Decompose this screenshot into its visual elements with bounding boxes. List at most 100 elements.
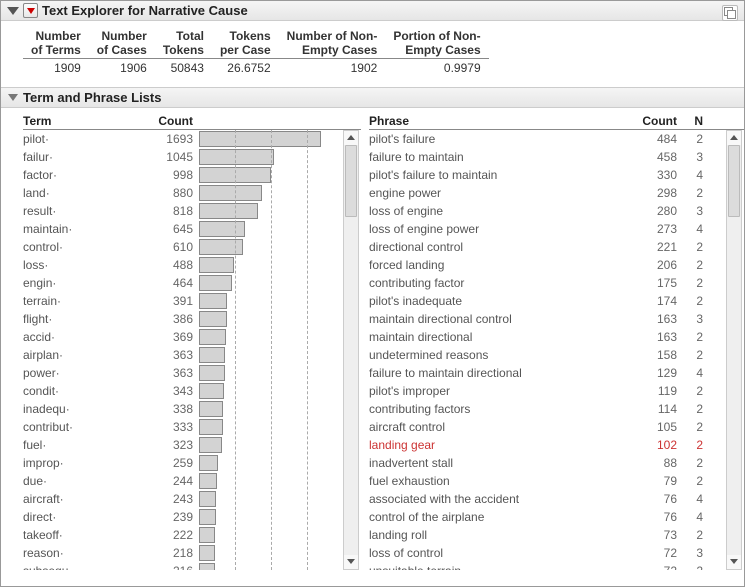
disclosure-icon[interactable] bbox=[7, 91, 19, 103]
term-row[interactable]: maintain·645 bbox=[23, 220, 343, 238]
term-row[interactable]: pilot·1693 bbox=[23, 130, 343, 148]
term-count-cell: 222 bbox=[145, 528, 193, 542]
term-list-header[interactable]: Term Count bbox=[23, 114, 361, 130]
stats-header[interactable]: Portion of Non- Empty Cases bbox=[385, 29, 488, 58]
phrase-n-cell: 4 bbox=[677, 168, 705, 182]
phrase-count-cell: 163 bbox=[629, 330, 677, 344]
phrase-row[interactable]: associated with the accident764 bbox=[369, 490, 726, 508]
stats-header[interactable]: Number of Terms bbox=[23, 29, 89, 58]
phrase-row[interactable]: directional control2212 bbox=[369, 238, 726, 256]
phrase-cell: pilot's failure bbox=[369, 132, 629, 146]
term-count-cell: 1045 bbox=[145, 150, 193, 164]
phrase-row[interactable]: pilot's failure4842 bbox=[369, 130, 726, 148]
phrase-row[interactable]: contributing factors1142 bbox=[369, 400, 726, 418]
phrase-row[interactable]: maintain directional1632 bbox=[369, 328, 726, 346]
stats-header[interactable]: Total Tokens bbox=[155, 29, 212, 58]
phrase-row[interactable]: contributing factor1752 bbox=[369, 274, 726, 292]
term-bar-cell bbox=[193, 130, 343, 148]
n-col-header[interactable]: N bbox=[677, 114, 705, 128]
term-row[interactable]: inadequ·338 bbox=[23, 400, 343, 418]
phrase-row[interactable]: pilot's inadequate1742 bbox=[369, 292, 726, 310]
term-count-cell: 880 bbox=[145, 186, 193, 200]
term-row[interactable]: airplan·363 bbox=[23, 346, 343, 364]
term-row[interactable]: land·880 bbox=[23, 184, 343, 202]
term-row[interactable]: condit·343 bbox=[23, 382, 343, 400]
phrase-n-cell: 2 bbox=[677, 420, 705, 434]
phrase-row[interactable]: engine power2982 bbox=[369, 184, 726, 202]
term-count-cell: 464 bbox=[145, 276, 193, 290]
stats-header[interactable]: Number of Cases bbox=[89, 29, 155, 58]
term-row[interactable]: takeoff·222 bbox=[23, 526, 343, 544]
term-row[interactable]: result·818 bbox=[23, 202, 343, 220]
term-row[interactable]: control·610 bbox=[23, 238, 343, 256]
main-section-header[interactable]: Text Explorer for Narrative Cause bbox=[1, 1, 744, 21]
phrase-row[interactable]: loss of control723 bbox=[369, 544, 726, 562]
expand-window-icon[interactable] bbox=[722, 5, 738, 21]
term-bar bbox=[199, 365, 225, 381]
stats-header[interactable]: Tokens per Case bbox=[212, 29, 279, 58]
term-row[interactable]: terrain·391 bbox=[23, 292, 343, 310]
term-row[interactable]: loss·488 bbox=[23, 256, 343, 274]
term-row[interactable]: failur·1045 bbox=[23, 148, 343, 166]
term-cell: factor· bbox=[23, 168, 145, 182]
phrase-row[interactable]: landing roll732 bbox=[369, 526, 726, 544]
phrase-scrollbar[interactable] bbox=[726, 130, 742, 570]
term-row[interactable]: subsequ·216 bbox=[23, 562, 343, 570]
phrase-row[interactable]: inadvertent stall882 bbox=[369, 454, 726, 472]
scroll-track[interactable] bbox=[344, 145, 358, 555]
phrase-count-cell: 163 bbox=[629, 312, 677, 326]
term-row[interactable]: aircraft·243 bbox=[23, 490, 343, 508]
term-row[interactable]: fuel·323 bbox=[23, 436, 343, 454]
term-row[interactable]: engin·464 bbox=[23, 274, 343, 292]
phrase-row[interactable]: aircraft control1052 bbox=[369, 418, 726, 436]
term-row[interactable]: direct·239 bbox=[23, 508, 343, 526]
red-triangle-menu-icon[interactable] bbox=[23, 3, 38, 18]
phrase-row[interactable]: forced landing2062 bbox=[369, 256, 726, 274]
count-col-header[interactable]: Count bbox=[145, 114, 193, 128]
term-count-cell: 333 bbox=[145, 420, 193, 434]
term-row[interactable]: factor·998 bbox=[23, 166, 343, 184]
disclosure-icon[interactable] bbox=[7, 5, 19, 17]
phrase-row[interactable]: pilot's improper1192 bbox=[369, 382, 726, 400]
phrase-list-header[interactable]: Phrase Count N bbox=[369, 114, 744, 130]
phrase-row[interactable]: undetermined reasons1582 bbox=[369, 346, 726, 364]
scroll-track[interactable] bbox=[727, 145, 741, 555]
scroll-down-icon[interactable] bbox=[344, 555, 358, 569]
term-bar-cell bbox=[193, 544, 343, 562]
term-count-cell: 218 bbox=[145, 546, 193, 560]
term-cell: engin· bbox=[23, 276, 145, 290]
phrase-cell: aircraft control bbox=[369, 420, 629, 434]
scroll-thumb[interactable] bbox=[728, 145, 740, 217]
phrase-row[interactable]: fuel exhaustion792 bbox=[369, 472, 726, 490]
term-bar-cell bbox=[193, 220, 343, 238]
term-row[interactable]: power·363 bbox=[23, 364, 343, 382]
term-scrollbar[interactable] bbox=[343, 130, 359, 570]
term-row[interactable]: improp·259 bbox=[23, 454, 343, 472]
phrase-row[interactable]: landing gear1022 bbox=[369, 436, 726, 454]
phrase-col-header[interactable]: Phrase bbox=[369, 114, 629, 128]
term-phrase-section-header[interactable]: Term and Phrase Lists bbox=[1, 87, 744, 108]
phrase-n-cell: 2 bbox=[677, 330, 705, 344]
phrase-row[interactable]: unsuitable terrain722 bbox=[369, 562, 726, 570]
scroll-thumb[interactable] bbox=[345, 145, 357, 217]
scroll-up-icon[interactable] bbox=[727, 131, 741, 145]
phrase-row[interactable]: control of the airplane764 bbox=[369, 508, 726, 526]
term-row[interactable]: reason·218 bbox=[23, 544, 343, 562]
phrase-row[interactable]: failure to maintain4583 bbox=[369, 148, 726, 166]
scroll-down-icon[interactable] bbox=[727, 555, 741, 569]
phrase-row[interactable]: loss of engine2803 bbox=[369, 202, 726, 220]
term-bar bbox=[199, 167, 271, 183]
term-col-header[interactable]: Term bbox=[23, 114, 145, 128]
pcount-col-header[interactable]: Count bbox=[629, 114, 677, 128]
phrase-row[interactable]: maintain directional control1633 bbox=[369, 310, 726, 328]
stats-header[interactable]: Number of Non- Empty Cases bbox=[279, 29, 386, 58]
term-bar-cell bbox=[193, 400, 343, 418]
term-row[interactable]: accid·369 bbox=[23, 328, 343, 346]
phrase-row[interactable]: failure to maintain directional1294 bbox=[369, 364, 726, 382]
term-row[interactable]: flight·386 bbox=[23, 310, 343, 328]
scroll-up-icon[interactable] bbox=[344, 131, 358, 145]
phrase-row[interactable]: loss of engine power2734 bbox=[369, 220, 726, 238]
term-row[interactable]: due·244 bbox=[23, 472, 343, 490]
term-row[interactable]: contribut·333 bbox=[23, 418, 343, 436]
phrase-row[interactable]: pilot's failure to maintain3304 bbox=[369, 166, 726, 184]
